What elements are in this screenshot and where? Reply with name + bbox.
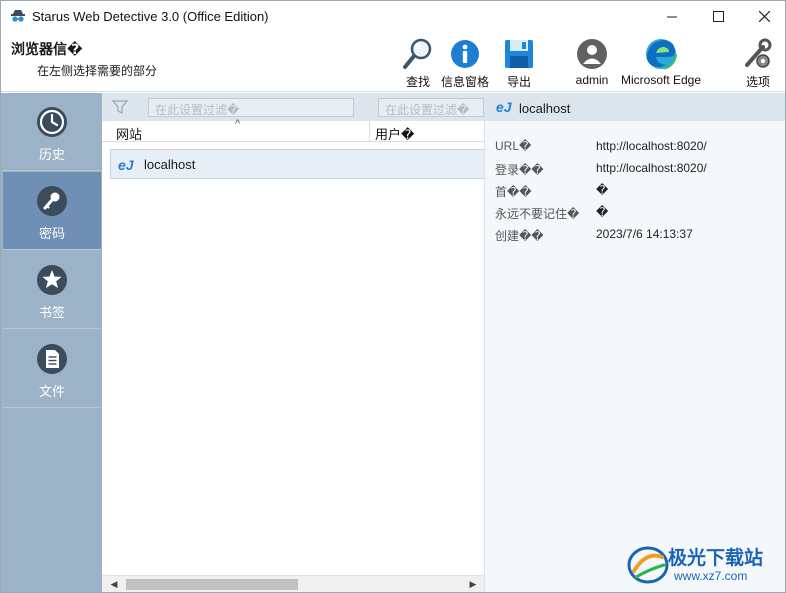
sidebar: 历史 密码 书签 文件 bbox=[1, 93, 102, 592]
find-label: 查找 bbox=[405, 75, 430, 89]
export-button[interactable]: 导出 bbox=[502, 37, 536, 90]
section-subtitle: 在左侧选择需要的部分 bbox=[37, 64, 158, 78]
edge-browser-icon bbox=[645, 38, 678, 70]
browser-label: Microsoft Edge bbox=[621, 73, 702, 87]
browser-select-button[interactable]: Microsoft Edge bbox=[621, 37, 701, 87]
toolbar: 浏览器信� 在左侧选择需要的部分 查找 信息窗格 导出 admin Micros… bbox=[1, 31, 785, 92]
scroll-left-icon[interactable]: ◀ bbox=[106, 579, 122, 590]
maximize-button[interactable] bbox=[695, 1, 741, 31]
sidebar-item-label: 历史 bbox=[38, 147, 65, 162]
info-pane-button[interactable]: 信息窗格 bbox=[441, 37, 489, 90]
sidebar-item-passwords[interactable]: 密码 bbox=[3, 172, 101, 250]
scroll-right-icon[interactable]: ▶ bbox=[465, 579, 481, 590]
scrollbar-thumb[interactable] bbox=[126, 579, 298, 590]
sidebar-item-label: 书签 bbox=[38, 305, 65, 320]
horizontal-scrollbar[interactable]: ◀ ▶ bbox=[102, 575, 484, 592]
details-header: eJ localhost bbox=[485, 93, 785, 121]
sidebar-item-history[interactable]: 历史 bbox=[3, 93, 101, 171]
detective-app-icon bbox=[11, 10, 25, 22]
key-icon bbox=[37, 186, 67, 216]
prop-created-value: 2023/7/6 14:13:37 bbox=[596, 227, 693, 241]
save-icon bbox=[505, 40, 533, 68]
app-window: Starus Web Detective 3.0 (Office Edition… bbox=[0, 0, 786, 593]
user-filter-input[interactable]: 在此设置过滤� bbox=[378, 98, 484, 117]
prop-login-label: 登录�� bbox=[495, 163, 544, 177]
window-title: Starus Web Detective 3.0 (Office Edition… bbox=[32, 9, 269, 24]
prop-never-save-label: 永远不要记住� bbox=[495, 207, 580, 221]
svg-text:eJ: eJ bbox=[118, 157, 135, 173]
filter-icon[interactable] bbox=[112, 99, 128, 115]
sort-ascending-icon: ^ bbox=[235, 118, 241, 130]
sidebar-item-label: 文件 bbox=[38, 384, 65, 399]
details-panel: eJ localhost URL� http://localhost:8020/… bbox=[484, 93, 785, 592]
prop-never-save-value: � bbox=[596, 205, 609, 219]
close-icon bbox=[758, 10, 770, 22]
sidebar-item-files[interactable]: 文件 bbox=[3, 330, 101, 408]
prop-created-label: 创建�� bbox=[495, 229, 544, 243]
document-icon bbox=[37, 344, 67, 374]
table-row[interactable]: eJ localhost bbox=[110, 149, 484, 179]
site-filter-input[interactable]: 在此设置过滤� bbox=[148, 98, 354, 117]
info-icon bbox=[451, 40, 479, 68]
export-label: 导出 bbox=[506, 75, 531, 89]
clock-icon bbox=[37, 107, 67, 137]
prop-first-value: � bbox=[596, 183, 609, 197]
star-icon bbox=[37, 265, 67, 295]
options-button[interactable]: 选项 bbox=[741, 37, 775, 90]
prop-first-label: 首�� bbox=[495, 185, 532, 199]
maximize-icon bbox=[712, 10, 724, 22]
row-site: localhost bbox=[144, 157, 196, 172]
column-user[interactable]: 用户� bbox=[375, 124, 414, 143]
user-avatar-icon bbox=[577, 39, 607, 69]
watermark: 极光下载站 www.xz7.com bbox=[626, 541, 781, 589]
watermark-name: 极光下载站 bbox=[668, 548, 764, 569]
user-button[interactable]: admin bbox=[575, 37, 609, 87]
column-header: 网站 ^ 用户� bbox=[102, 118, 484, 143]
password-list-panel: 在此设置过滤� 在此设置过滤� 网站 ^ 用户� eJ localhost ◀ … bbox=[102, 93, 484, 592]
prop-url-value: http://localhost:8020/ bbox=[596, 139, 707, 153]
site-favicon-icon: eJ bbox=[496, 99, 513, 115]
minimize-icon bbox=[666, 16, 677, 17]
minimize-button[interactable] bbox=[649, 1, 695, 31]
title-bar: Starus Web Detective 3.0 (Office Edition… bbox=[1, 1, 785, 31]
options-label: 选项 bbox=[745, 75, 770, 89]
sidebar-item-bookmarks[interactable]: 书签 bbox=[3, 251, 101, 329]
sidebar-item-label: 密码 bbox=[38, 226, 65, 241]
svg-text:eJ: eJ bbox=[496, 99, 513, 115]
search-icon bbox=[403, 38, 432, 69]
column-site[interactable]: 网站 bbox=[116, 124, 142, 143]
watermark-logo-icon bbox=[627, 546, 669, 584]
find-button[interactable]: 查找 bbox=[401, 37, 435, 90]
section-title: 浏览器信� bbox=[11, 41, 83, 57]
details-title: localhost bbox=[519, 101, 571, 116]
filter-bar: 在此设置过滤� 在此设置过滤� bbox=[102, 93, 484, 121]
wrench-gear-icon bbox=[745, 38, 772, 68]
info-pane-label: 信息窗格 bbox=[441, 75, 490, 89]
site-favicon-icon: eJ bbox=[118, 157, 135, 173]
column-divider[interactable] bbox=[369, 121, 370, 142]
prop-login-value: http://localhost:8020/ bbox=[596, 161, 707, 175]
prop-url-label: URL� bbox=[495, 139, 532, 153]
watermark-url: www.xz7.com bbox=[674, 569, 748, 583]
user-label: admin bbox=[575, 73, 609, 87]
close-button[interactable] bbox=[741, 1, 785, 31]
